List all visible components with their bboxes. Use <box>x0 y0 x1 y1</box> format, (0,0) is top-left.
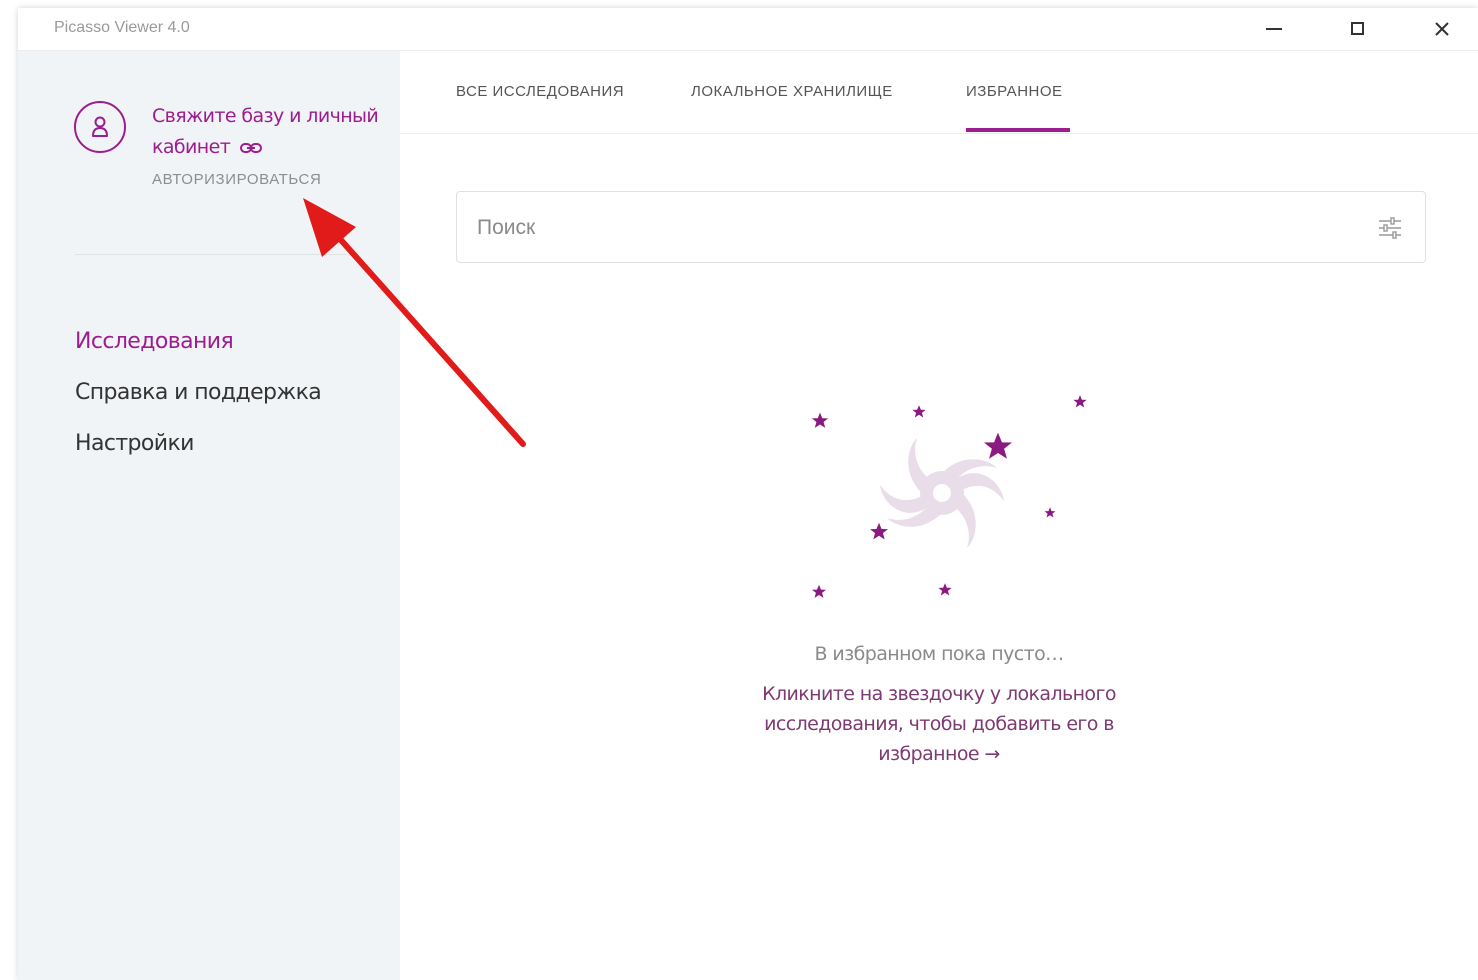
maximize-icon <box>1351 22 1364 35</box>
tabs-bar: ВСЕ ИССЛЕДОВАНИЯ ЛОКАЛЬНОЕ ХРАНИЛИЩЕ ИЗБ… <box>400 51 1478 134</box>
main-content: ВСЕ ИССЛЕДОВАНИЯ ЛОКАЛЬНОЕ ХРАНИЛИЩЕ ИЗБ… <box>400 51 1478 980</box>
sidebar-item-settings[interactable]: Настройки <box>75 418 321 469</box>
sidebar-item-studies[interactable]: Исследования <box>75 316 321 367</box>
authorize-link[interactable]: АВТОРИЗИРОВАТЬСЯ <box>152 171 321 188</box>
tab-all-studies[interactable]: ВСЕ ИССЛЕДОВАНИЯ <box>456 83 624 100</box>
maximize-button[interactable] <box>1336 14 1380 44</box>
title-bar: Picasso Viewer 4.0 <box>18 8 1478 51</box>
tab-favorites[interactable]: ИЗБРАННОЕ <box>966 83 1063 100</box>
galaxy-swirl <box>880 438 1004 548</box>
search-box <box>456 191 1426 263</box>
empty-state-hint: Кликните на звездочку у локального иссле… <box>762 683 1116 765</box>
sidebar-item-help[interactable]: Справка и поддержка <box>75 367 322 418</box>
link-account-label: Свяжите базу и личный кабинет <box>152 105 379 158</box>
empty-favorites-illustration <box>811 395 1087 598</box>
filter-icon[interactable] <box>1377 216 1403 240</box>
active-tab-indicator <box>966 128 1070 132</box>
app-window: Picasso Viewer 4.0 Свяжите базу и личный… <box>18 8 1478 980</box>
minimize-button[interactable] <box>1252 14 1296 44</box>
empty-state-title: В избранном пока пусто… <box>814 643 1065 665</box>
close-button[interactable] <box>1420 14 1464 44</box>
link-icon <box>239 142 262 153</box>
tab-local-storage[interactable]: ЛОКАЛЬНОЕ ХРАНИЛИЩЕ <box>691 83 893 100</box>
sidebar-divider <box>75 254 347 255</box>
sidebar-nav: Исследования Справка и поддержка Настрой… <box>75 316 322 469</box>
minimize-icon <box>1266 28 1282 30</box>
link-account-button[interactable]: Свяжите базу и личный кабинет <box>152 101 382 163</box>
avatar[interactable] <box>74 101 126 153</box>
app-title: Picasso Viewer 4.0 <box>54 19 190 36</box>
close-icon <box>1435 22 1449 36</box>
search-input[interactable] <box>475 210 1359 246</box>
user-icon <box>92 116 108 137</box>
sidebar: Свяжите базу и личный кабинет АВТОРИЗИРО… <box>18 51 400 980</box>
